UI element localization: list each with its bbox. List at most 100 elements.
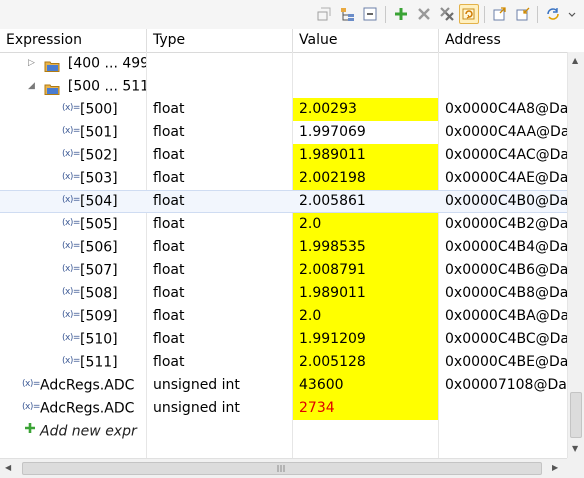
scrollbar-corner	[567, 458, 584, 478]
type-cell: float	[153, 147, 185, 163]
variable-icon: (x)=	[62, 195, 80, 205]
remove-all-icon[interactable]	[437, 4, 457, 24]
value-cell[interactable]: 2.00293	[293, 98, 438, 121]
toolbar-separator	[385, 6, 386, 23]
type-cell: float	[153, 354, 185, 370]
tree-icon[interactable]	[338, 4, 358, 24]
add-new-expression-label[interactable]: Add new expr	[40, 424, 137, 440]
table-row[interactable]: (x)=[511] float 2.005128 0x0000C4BE@Da	[0, 351, 567, 374]
variable-icon: (x)=	[62, 172, 80, 182]
scroll-down-icon[interactable]: ▼	[572, 444, 578, 453]
import-icon[interactable]	[513, 4, 533, 24]
address-cell: 0x0000C4AC@Da	[445, 147, 567, 163]
filter-icon[interactable]	[314, 4, 334, 24]
remove-icon[interactable]	[414, 4, 434, 24]
value-cell[interactable]: 1.991209	[293, 328, 438, 351]
table-row[interactable]: (x)=[505] float 2.0 0x0000C4B2@Da	[0, 213, 567, 236]
value-cell[interactable]: 1.989011	[293, 282, 438, 305]
address-cell: 0x0000C4AE@Da	[445, 170, 567, 186]
address-cell: 0x0000C4AA@Da	[445, 124, 567, 140]
type-cell: unsigned int	[153, 377, 240, 393]
value-cell[interactable]: 43600	[293, 374, 438, 397]
type-cell: float	[153, 193, 185, 209]
variable-icon: (x)=	[62, 264, 80, 274]
scroll-right-icon[interactable]: ▶	[552, 463, 558, 472]
group-label: [400 ... 499]	[67, 55, 146, 72]
expression-name: [510]	[80, 331, 118, 348]
table-row[interactable]: (x)=[510] float 1.991209 0x0000C4BC@Da	[0, 328, 567, 351]
group-row[interactable]: ▷ [400 ... 499]	[0, 52, 567, 75]
address-cell: 0x00007108@Da	[445, 377, 567, 393]
scroll-left-icon[interactable]: ◀	[5, 463, 11, 472]
expression-name: [502]	[80, 147, 118, 164]
value-cell[interactable]: 1.998535	[293, 236, 438, 259]
address-cell: 0x0000C4BA@Da	[445, 308, 567, 324]
add-expression-row[interactable]: Add new expr	[0, 420, 567, 443]
table-row[interactable]: (x)=[502] float 1.989011 0x0000C4AC@Da	[0, 144, 567, 167]
type-cell: float	[153, 124, 185, 140]
table-row-selected[interactable]: (x)=[504] float 2.005861 0x0000C4B0@Da	[0, 190, 567, 213]
type-cell: float	[153, 216, 185, 232]
column-address[interactable]: Address	[439, 29, 584, 52]
collapse-arrow-icon[interactable]: ◢	[28, 75, 40, 98]
variable-icon: (x)=	[62, 310, 80, 320]
variable-icon: (x)=	[62, 287, 80, 297]
expression-name: [511]	[80, 354, 118, 371]
group-row[interactable]: ◢ [500 ... 511]	[0, 75, 567, 98]
table-row[interactable]: (x)=AdcRegs.ADC unsigned int 43600 0x000…	[0, 374, 567, 397]
refresh-active-icon[interactable]	[459, 4, 479, 24]
address-cell: 0x0000C4B8@Da	[445, 285, 567, 301]
value-cell[interactable]: 2.005128	[293, 351, 438, 374]
pin-icon[interactable]	[543, 4, 563, 24]
table-row[interactable]: (x)=[506] float 1.998535 0x0000C4B4@Da	[0, 236, 567, 259]
value-cell[interactable]: 2.0	[293, 213, 438, 236]
table-row[interactable]: (x)=[500] float 2.00293 0x0000C4A8@Da	[0, 98, 567, 121]
expression-name: [501]	[80, 124, 118, 141]
value-cell[interactable]: 1.997069	[293, 121, 438, 144]
value-cell[interactable]: 2.002198	[293, 167, 438, 190]
add-icon[interactable]	[391, 4, 411, 24]
toolbar-separator	[537, 6, 538, 23]
expression-name: AdcRegs.ADC	[40, 377, 135, 394]
value-cell[interactable]: 2734	[293, 397, 438, 420]
address-cell: 0x0000C4B2@Da	[445, 216, 567, 232]
value-cell[interactable]: 2.005861	[293, 190, 438, 213]
address-cell: 0x0000C4B0@Da	[445, 193, 567, 209]
address-cell: 0x0000C4A8@Da	[445, 101, 567, 117]
table-row[interactable]: (x)=[501] float 1.997069 0x0000C4AA@Da	[0, 121, 567, 144]
variable-icon: (x)=	[62, 241, 80, 251]
variable-icon: (x)=	[62, 103, 80, 113]
column-value[interactable]: Value	[293, 29, 439, 52]
expression-name: [509]	[80, 308, 118, 325]
value-cell[interactable]: 2.008791	[293, 259, 438, 282]
variable-icon: (x)=	[62, 126, 80, 136]
collapse-all-icon[interactable]	[360, 4, 380, 24]
horizontal-scrollbar[interactable]: ◀ ▶	[0, 458, 567, 478]
expand-arrow-icon[interactable]: ▷	[28, 52, 40, 75]
vertical-scrollbar[interactable]: ▲ ▼	[567, 52, 584, 458]
table-row[interactable]: (x)=AdcRegs.ADC unsigned int 2734	[0, 397, 567, 420]
horizontal-scroll-thumb[interactable]	[22, 462, 542, 475]
scroll-up-icon[interactable]: ▲	[572, 56, 578, 65]
type-cell: unsigned int	[153, 400, 240, 416]
column-expression[interactable]: Expression	[0, 29, 147, 52]
plus-icon	[24, 420, 40, 442]
type-cell: float	[153, 239, 185, 255]
expression-name: [505]	[80, 216, 118, 233]
address-cell	[439, 397, 567, 420]
address-cell: 0x0000C4BE@Da	[445, 354, 567, 370]
view-menu-icon[interactable]	[565, 4, 579, 24]
value-cell[interactable]: 1.989011	[293, 144, 438, 167]
export-icon[interactable]	[490, 4, 510, 24]
table-row[interactable]: (x)=[509] float 2.0 0x0000C4BA@Da	[0, 305, 567, 328]
vertical-scroll-thumb[interactable]	[570, 392, 582, 438]
column-type[interactable]: Type	[147, 29, 293, 52]
table-row[interactable]: (x)=[508] float 1.989011 0x0000C4B8@Da	[0, 282, 567, 305]
column-header: Expression Type Value Address	[0, 29, 584, 53]
expression-name: [508]	[80, 285, 118, 302]
type-cell: float	[153, 101, 185, 117]
value-cell[interactable]: 2.0	[293, 305, 438, 328]
group-label: [500 ... 511]	[67, 78, 146, 95]
table-row[interactable]: (x)=[507] float 2.008791 0x0000C4B6@Da	[0, 259, 567, 282]
table-row[interactable]: (x)=[503] float 2.002198 0x0000C4AE@Da	[0, 167, 567, 190]
